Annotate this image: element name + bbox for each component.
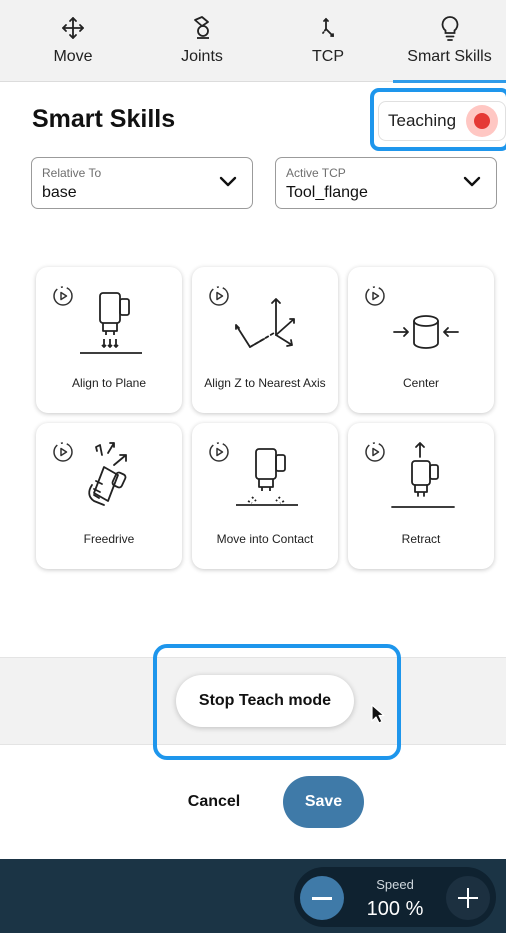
tab-label: Move [53, 48, 93, 65]
play-circle-icon [53, 442, 73, 462]
align-z-axis-icon [235, 298, 295, 348]
skill-card-center[interactable]: Center [348, 267, 494, 413]
chevron-down-icon [463, 176, 481, 187]
skill-card-move-into-contact[interactable]: Move into Contact [192, 423, 338, 569]
active-tcp-select[interactable]: Active TCP Tool_flange [275, 157, 497, 209]
skill-name: Move into Contact [216, 532, 314, 546]
play-circle-icon [365, 286, 385, 306]
move-arrows-icon [62, 17, 84, 39]
save-button[interactable]: Save [283, 776, 364, 828]
skill-name: Center [402, 376, 440, 390]
tab-tcp[interactable]: TCP [288, 0, 368, 82]
skill-card-align-to-plane[interactable]: Align to Plane [36, 267, 182, 413]
play-circle-icon [365, 442, 385, 462]
speed-label: Speed [376, 877, 414, 892]
play-circle-icon [209, 286, 229, 306]
active-tcp-label: Active TCP [286, 166, 346, 180]
stop-teach-mode-button[interactable]: Stop Teach mode [176, 675, 354, 727]
center-icon [393, 315, 459, 349]
tab-joints[interactable]: Joints [162, 0, 242, 82]
teaching-label: Teaching [388, 111, 457, 130]
recording-dot-icon [466, 105, 498, 137]
speed-increase-button[interactable] [446, 876, 490, 920]
freedrive-icon [88, 442, 127, 506]
top-tab-bar: Move Joints TCP Smart Skills [0, 0, 506, 83]
skill-card-retract[interactable]: Retract [348, 423, 494, 569]
align-to-plane-icon [80, 292, 142, 354]
tab-label: Smart Skills [407, 48, 492, 65]
skill-name: Align Z to Nearest Axis [204, 376, 326, 390]
tab-smart-skills[interactable]: Smart Skills [393, 0, 506, 83]
lightbulb-icon [441, 16, 458, 41]
chevron-down-icon [219, 176, 237, 187]
skill-name: Freedrive [83, 532, 135, 546]
relative-to-value: base [42, 184, 77, 201]
tcp-axes-icon [322, 17, 334, 37]
skill-card-freedrive[interactable]: Freedrive [36, 423, 182, 569]
play-circle-icon [53, 286, 73, 306]
cancel-button[interactable]: Cancel [172, 778, 256, 826]
move-into-contact-icon [236, 448, 298, 506]
skill-card-align-z-to-nearest-axis[interactable]: Align Z to Nearest Axis [192, 267, 338, 413]
active-tcp-value: Tool_flange [286, 184, 368, 201]
skill-name: Retract [401, 532, 441, 546]
tab-label: Joints [181, 48, 223, 65]
relative-to-label: Relative To [42, 166, 102, 180]
page-title: Smart Skills [32, 105, 176, 133]
tab-move[interactable]: Move [32, 0, 114, 82]
tab-label: TCP [312, 48, 344, 65]
speed-value: 100 % [366, 898, 424, 920]
speed-decrease-button[interactable] [300, 876, 344, 920]
mouse-cursor-icon [371, 704, 385, 724]
skill-name: Align to Plane [71, 376, 147, 390]
relative-to-select[interactable]: Relative To base [31, 157, 253, 209]
play-circle-icon [209, 442, 229, 462]
retract-icon [391, 442, 455, 508]
robot-joint-icon [194, 16, 209, 39]
